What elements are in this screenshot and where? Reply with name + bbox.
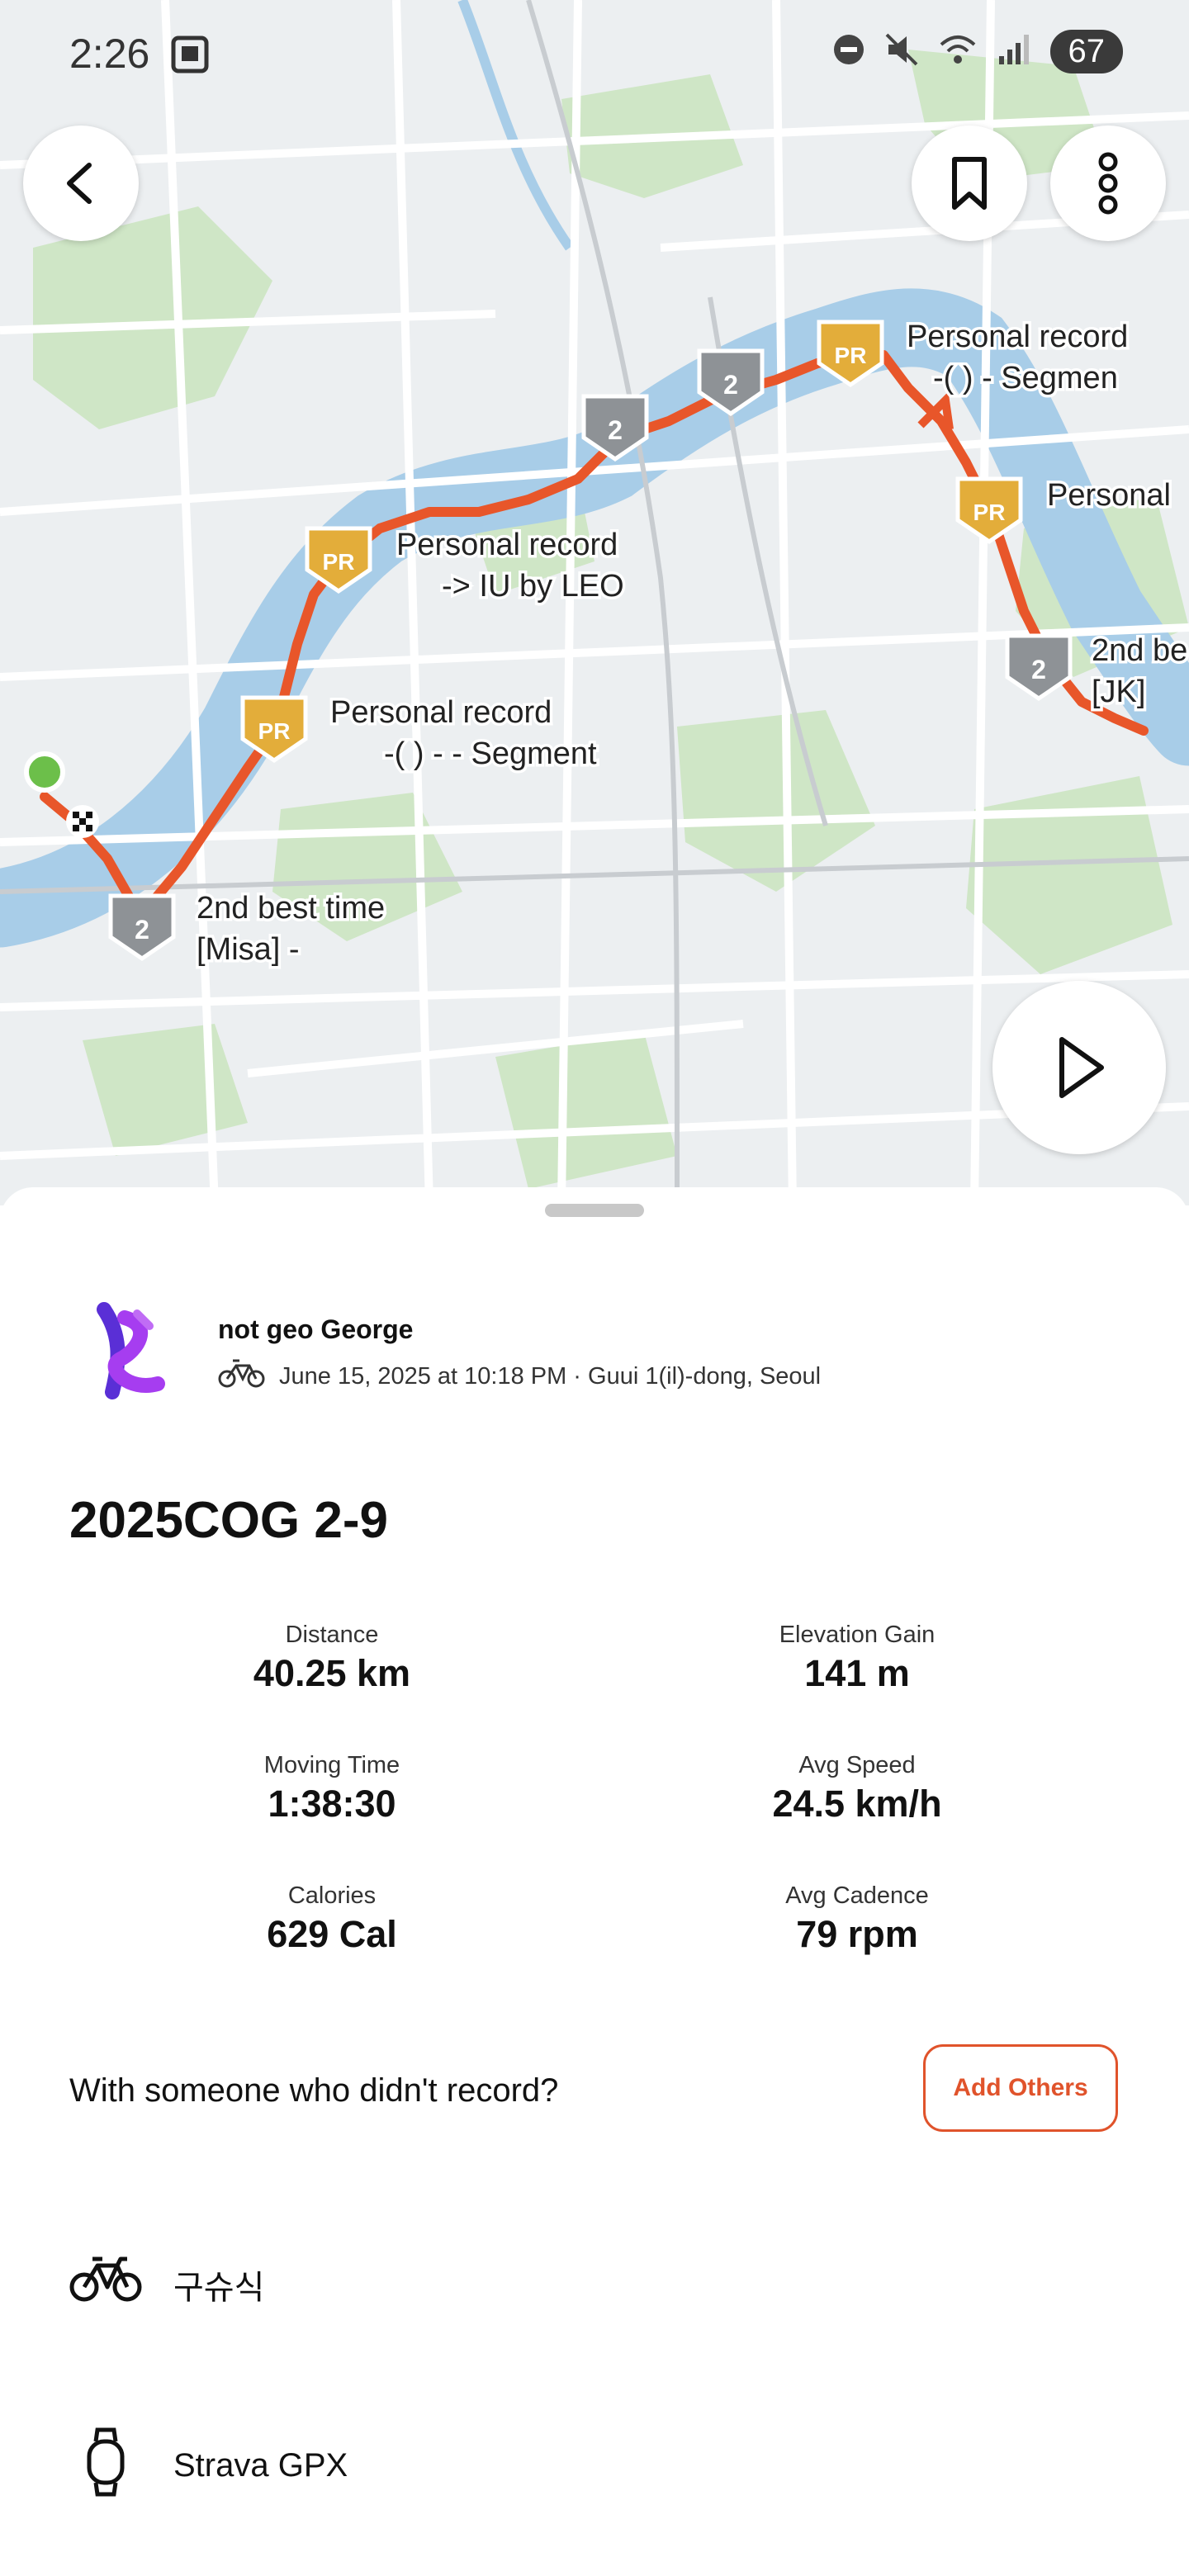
status-time: 2:26 <box>69 31 150 77</box>
activity-sheet: not geo George June 15, 2025 at 10:18 PM… <box>0 1187 1189 2576</box>
svg-text:2: 2 <box>723 370 738 400</box>
stat-label: Distance <box>285 1622 379 1648</box>
bookmark-icon <box>952 157 987 210</box>
back-button[interactable] <box>23 125 139 241</box>
stat-avg-speed: Avg Speed 24.5 km/h <box>651 1752 1063 1825</box>
stat-label: Elevation Gain <box>779 1622 936 1648</box>
play-flyover-button[interactable] <box>992 981 1166 1154</box>
play-icon <box>1059 1037 1104 1098</box>
stat-calories: Calories 629 Cal <box>126 1882 538 1956</box>
stat-label: Avg Speed <box>798 1752 916 1778</box>
stat-avg-cadence: Avg Cadence 79 rpm <box>651 1882 1063 1956</box>
status-icons: 67 <box>832 30 1123 73</box>
svg-text:PR: PR <box>973 500 1006 525</box>
dnd-icon <box>832 33 865 70</box>
map-label-line1: Personal record <box>396 528 618 562</box>
stat-value: 40.25 km <box>253 1652 411 1694</box>
signal-icon <box>996 31 1032 72</box>
map-label-line1: Personal record <box>907 320 1128 354</box>
avatar[interactable] <box>79 1301 178 1409</box>
finish-marker <box>66 805 99 838</box>
stat-moving-time: Moving Time 1:38:30 <box>126 1752 538 1825</box>
device-name: Strava GPX <box>173 2447 348 2484</box>
svg-text:PR: PR <box>323 549 355 575</box>
map-label-line1: Personal record <box>330 695 552 730</box>
map-label-line1: 2nd be <box>1092 633 1187 668</box>
stat-value: 1:38:30 <box>268 1783 396 1825</box>
more-options-button[interactable] <box>1050 125 1166 241</box>
battery-indicator: 67 <box>1049 30 1123 73</box>
map-label-line2: [Misa] - <box>197 932 300 967</box>
chevron-left-icon <box>67 163 92 204</box>
svg-text:2: 2 <box>1031 655 1046 684</box>
add-others-button[interactable]: Add Others <box>923 2044 1118 2132</box>
activity-date-location: June 15, 2025 at 10:18 PM · Guui 1(il)-d… <box>279 1362 822 1390</box>
mute-icon <box>883 31 920 72</box>
bookmark-button[interactable] <box>912 125 1027 241</box>
map-label-line2: -( ) - Segmen <box>933 361 1118 395</box>
stat-label: Calories <box>287 1882 377 1909</box>
stat-value: 24.5 km/h <box>772 1783 942 1825</box>
stat-label: Avg Cadence <box>785 1882 929 1909</box>
activity-meta: June 15, 2025 at 10:18 PM · Guui 1(il)-d… <box>218 1357 821 1395</box>
screenshot-icon <box>168 33 211 80</box>
with-others-prompt: With someone who didn't record? <box>69 2072 559 2109</box>
map-label-line2: [JK] <box>1092 675 1145 709</box>
stat-value: 79 rpm <box>796 1913 918 1955</box>
map-label-line2: -( ) - - Segment <box>384 736 597 771</box>
svg-text:2: 2 <box>608 415 623 445</box>
bike-icon <box>218 1357 266 1395</box>
start-marker <box>24 751 65 793</box>
map-label-line2: -> IU by LEO <box>442 569 624 604</box>
svg-text:PR: PR <box>258 718 291 744</box>
svg-text:2: 2 <box>135 915 149 945</box>
stat-value: 629 Cal <box>267 1913 397 1955</box>
svg-text:PR: PR <box>835 343 867 368</box>
stat-elevation-gain: Elevation Gain 141 m <box>651 1622 1063 1695</box>
map-label-line1: 2nd best time <box>197 891 385 926</box>
stat-distance: Distance 40.25 km <box>126 1622 538 1695</box>
athlete-name[interactable]: not geo George <box>218 1314 413 1345</box>
stat-value: 141 m <box>804 1652 910 1694</box>
bike-gear-icon <box>66 2246 145 2312</box>
map-label-line1: Personal <box>1047 478 1171 513</box>
activity-title: 2025COG 2-9 <box>69 1492 388 1549</box>
watch-icon <box>66 2427 145 2497</box>
more-vertical-icon <box>1098 152 1118 215</box>
gear-name[interactable]: 구슈식 <box>173 2261 264 2308</box>
sheet-drag-handle[interactable] <box>545 1204 644 1217</box>
wifi-icon <box>938 31 978 72</box>
stat-label: Moving Time <box>263 1752 400 1778</box>
